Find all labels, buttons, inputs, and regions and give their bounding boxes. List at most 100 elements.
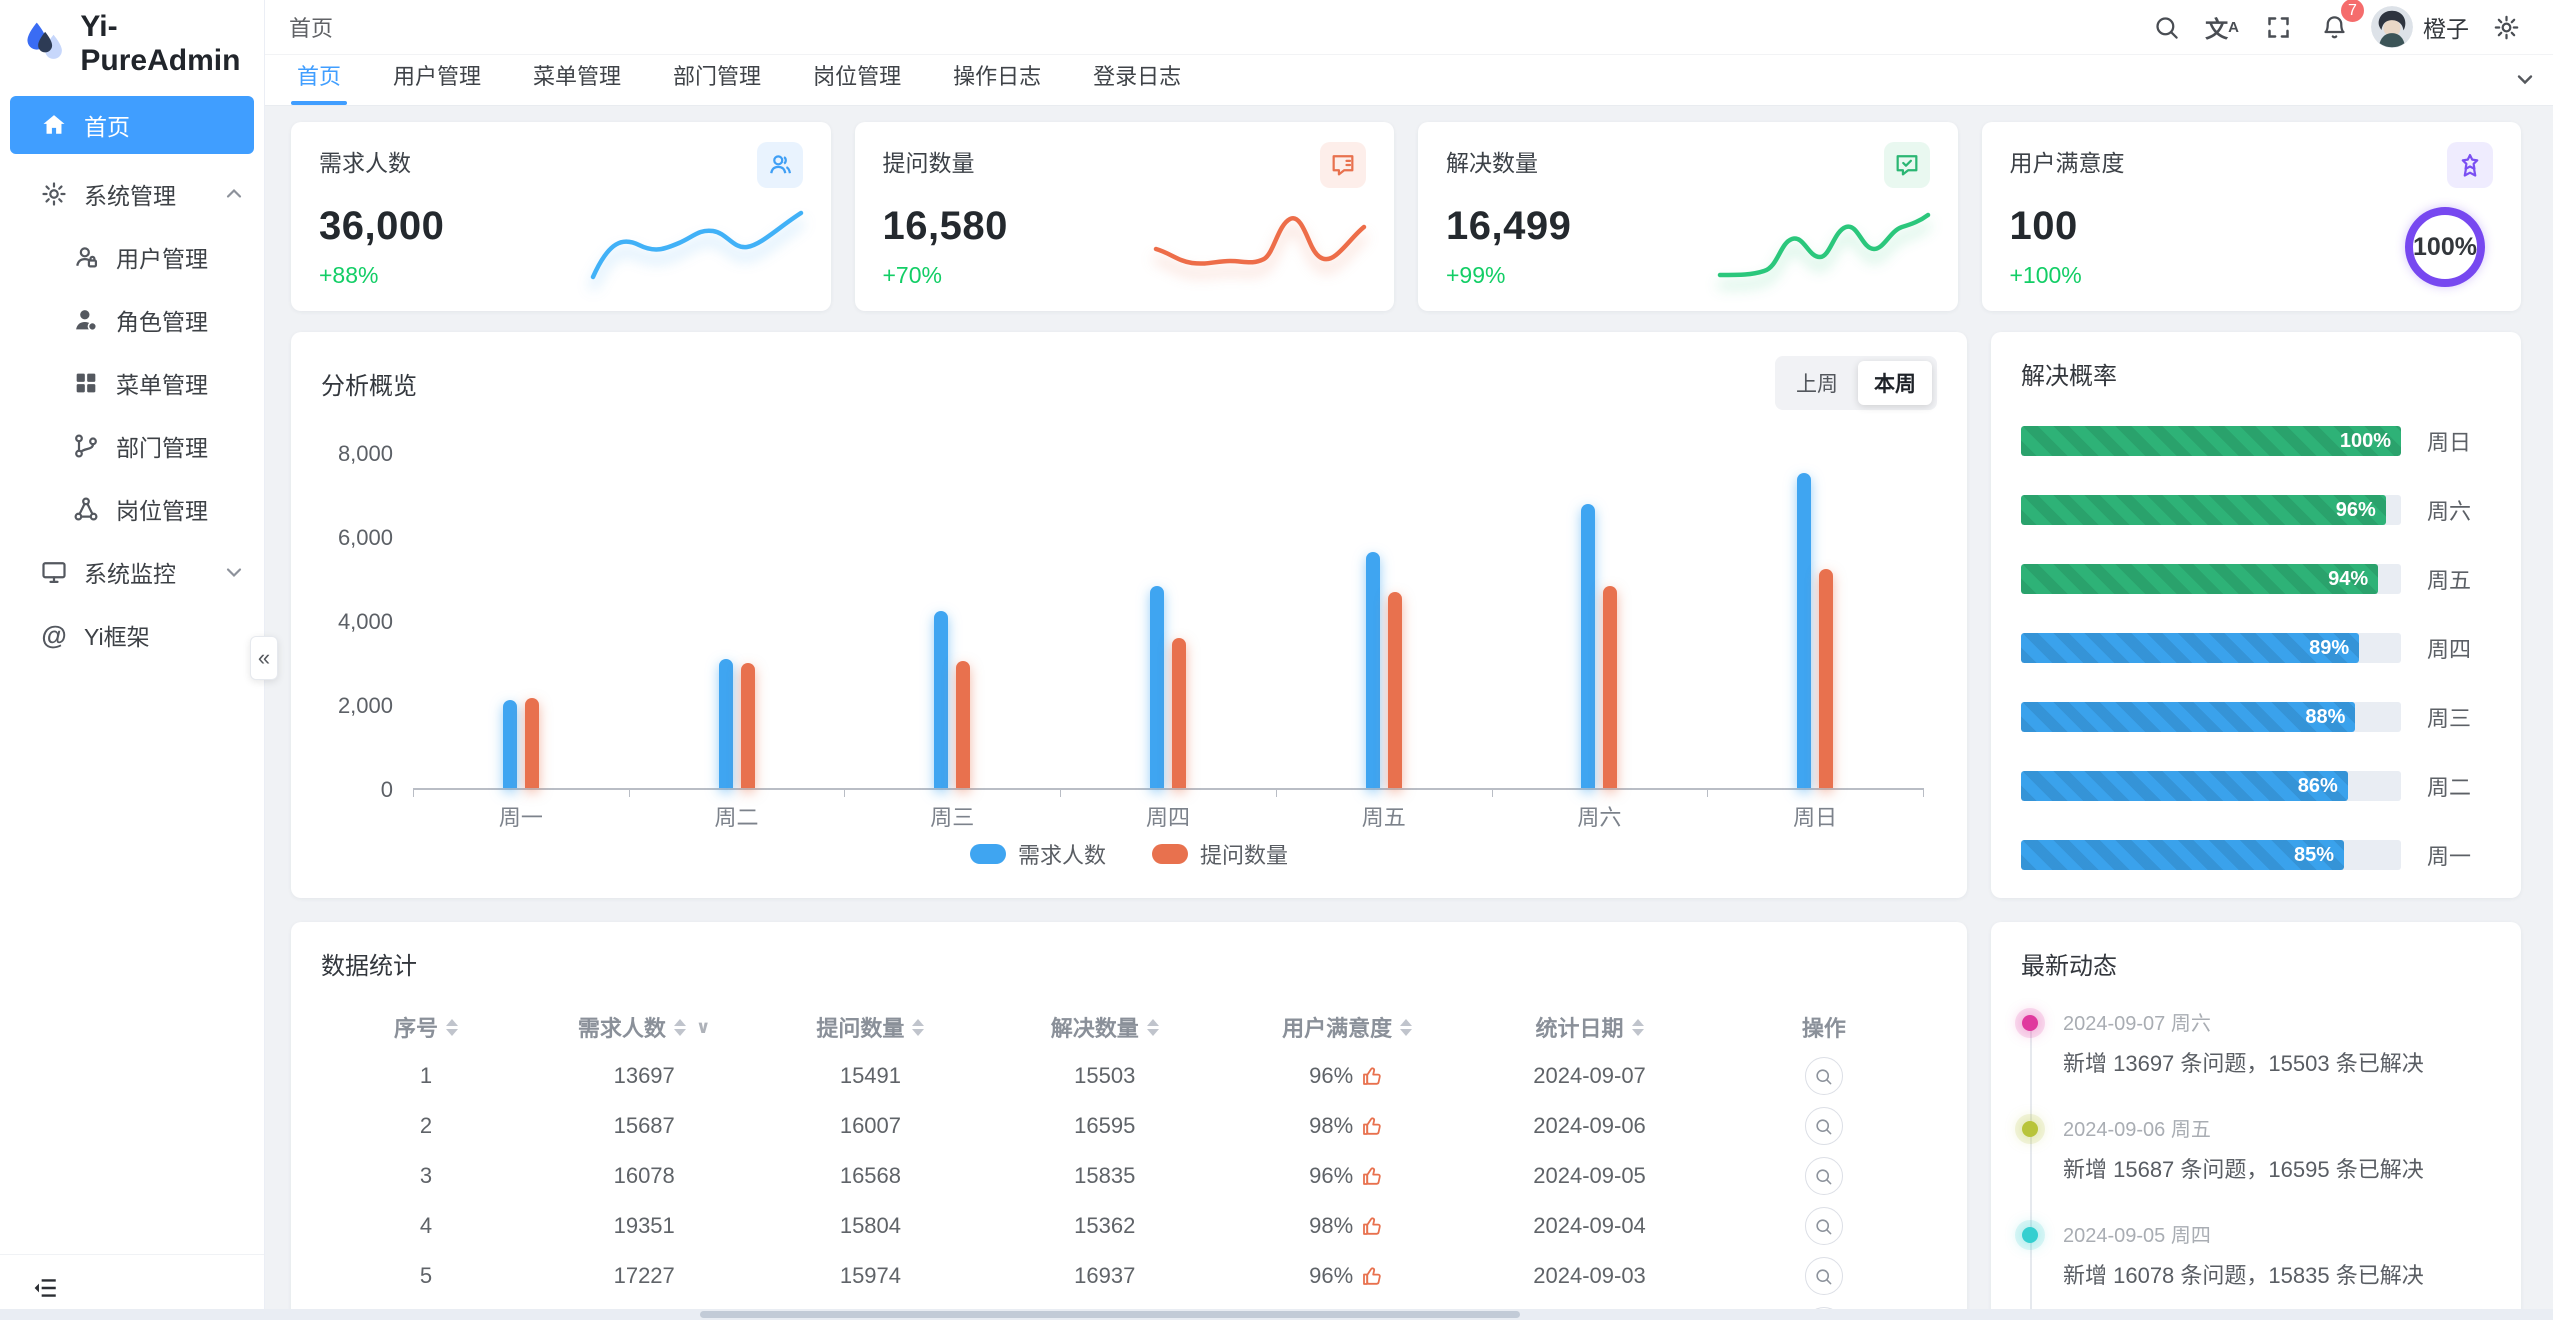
x-axis-label: 周三: [844, 800, 1060, 832]
column-header-提问数量[interactable]: 提问数量: [757, 1011, 983, 1043]
view-detail-button[interactable]: [1805, 1257, 1843, 1295]
legend-swatch: [1152, 844, 1188, 864]
sidebar-item-monitor[interactable]: 系统监控: [0, 540, 264, 603]
this-week-button[interactable]: 本周: [1858, 361, 1932, 405]
solve-rate-row: 96%周六: [2021, 494, 2491, 526]
solve-rate-card: 解决概率 100%周日96%周六94%周五89%周四88%周三86%周二85%周…: [1991, 332, 2521, 898]
cell-operation: [1711, 1207, 1937, 1245]
axis-tick: [1492, 788, 1493, 797]
fullscreen-icon[interactable]: [2255, 4, 2301, 50]
cell-satisfaction: 98%: [1226, 1113, 1468, 1139]
chat-check-icon: [1884, 142, 1930, 188]
progress-track: 100%: [2021, 426, 2401, 456]
view-detail-button[interactable]: [1805, 1157, 1843, 1195]
sort-desc-icon: [446, 1029, 458, 1036]
sidebar-item-user-mgmt[interactable]: 用户管理: [0, 225, 264, 288]
tab-菜单管理[interactable]: 菜单管理: [527, 59, 627, 105]
sidebar-item-post-mgmt[interactable]: 岗位管理: [0, 477, 264, 540]
tab-首页[interactable]: 首页: [291, 59, 347, 105]
timeline-dot: [2022, 1015, 2038, 1031]
horizontal-scrollbar-thumb[interactable]: [700, 1311, 1520, 1318]
column-header-label: 需求人数: [578, 1011, 666, 1043]
demand-bar: [1581, 504, 1595, 788]
progress-track: 94%: [2021, 564, 2401, 594]
bar-group-周六: [1492, 454, 1708, 788]
sort-asc-icon: [446, 1019, 458, 1026]
tab-部门管理[interactable]: 部门管理: [667, 59, 767, 105]
column-header-用户满意度[interactable]: 用户满意度: [1226, 1011, 1468, 1043]
progress-day-label: 周三: [2427, 701, 2491, 733]
sidebar-item-dept-mgmt[interactable]: 部门管理: [0, 414, 264, 477]
cell-questions: 16568: [757, 1163, 983, 1189]
tab-登录日志[interactable]: 登录日志: [1087, 59, 1187, 105]
tab-岗位管理[interactable]: 岗位管理: [807, 59, 907, 105]
column-header-需求人数[interactable]: 需求人数 ∨: [531, 1011, 757, 1043]
solve-rate-row: 88% 周三: [2021, 701, 2491, 733]
tab-chevron-down-icon[interactable]: [2513, 67, 2537, 96]
page-content: 需求人数 36,000 +88% 提问数量: [265, 106, 2553, 1320]
tab-操作日志[interactable]: 操作日志: [947, 59, 1047, 105]
bottom-row: 数据统计 序号需求人数∨提问数量解决数量用户满意度统计日期操作 11369715…: [291, 922, 2521, 1320]
legend-item[interactable]: 提问数量: [1152, 838, 1288, 870]
chevron-up-icon: [222, 182, 246, 206]
analysis-title: 分析概览: [321, 366, 417, 401]
translate-icon[interactable]: 文A: [2199, 4, 2245, 50]
sort-carets-icon[interactable]: [1632, 1019, 1644, 1036]
column-header-统计日期[interactable]: 统计日期: [1468, 1011, 1710, 1043]
sidebar-item-yi-framework[interactable]: @Yi框架: [0, 603, 264, 666]
sidebar-item-home[interactable]: 首页: [10, 96, 254, 154]
filter-chevron-icon[interactable]: ∨: [696, 1017, 711, 1038]
sort-carets-icon[interactable]: [674, 1019, 686, 1036]
satisfaction-value: 96%: [1309, 1263, 1353, 1289]
sidebar-item-label: 首页: [84, 108, 130, 142]
cell-questions: 15804: [757, 1213, 983, 1239]
questions-bar: [1388, 592, 1402, 788]
gear-icon[interactable]: [2483, 4, 2529, 50]
sort-carets-icon[interactable]: [1147, 1019, 1159, 1036]
sidebar-item-menu-mgmt[interactable]: 菜单管理: [0, 351, 264, 414]
column-header-label: 序号: [394, 1011, 438, 1043]
last-week-button[interactable]: 上周: [1780, 361, 1854, 405]
sidebar-collapse-handle[interactable]: «: [250, 636, 278, 680]
bar-chart-plot: 周一周二周三周四周五周六周日: [413, 454, 1923, 790]
middle-row: 分析概览 上周 本周 周一周二周三周四周五周六周日 8,0006,0004,00…: [291, 332, 2521, 898]
view-detail-button[interactable]: [1805, 1107, 1843, 1145]
menu-fold-icon[interactable]: [26, 1268, 66, 1308]
demand-bar: [719, 659, 733, 788]
table-row: 419351158041536298%2024-09-04: [321, 1201, 1937, 1251]
legend-item[interactable]: 需求人数: [970, 838, 1106, 870]
tab-用户管理[interactable]: 用户管理: [387, 59, 487, 105]
sort-asc-icon: [1632, 1019, 1644, 1026]
cell-solved: 15835: [984, 1163, 1226, 1189]
column-header-解决数量[interactable]: 解决数量: [984, 1011, 1226, 1043]
cell-questions: 16007: [757, 1113, 983, 1139]
solve-rate-row: 100%周日: [2021, 425, 2491, 457]
bar-group-周一: [413, 454, 629, 788]
username: 橙子: [2423, 10, 2469, 44]
questions-bar: [1603, 586, 1617, 788]
notifications-button[interactable]: 7: [2311, 4, 2357, 50]
sidebar-item-role-mgmt[interactable]: 角色管理: [0, 288, 264, 351]
progress-fill: 85%: [2021, 840, 2344, 870]
user-menu[interactable]: 橙子: [2367, 6, 2473, 48]
sort-carets-icon[interactable]: [446, 1019, 458, 1036]
view-detail-button[interactable]: [1805, 1207, 1843, 1245]
view-detail-button[interactable]: [1805, 1057, 1843, 1095]
magnifier-icon: [1814, 1167, 1833, 1186]
column-header-label: 解决数量: [1051, 1011, 1139, 1043]
x-axis-label: 周二: [629, 800, 845, 832]
progress-track: 85%: [2021, 840, 2401, 870]
column-header-序号[interactable]: 序号: [321, 1011, 531, 1043]
sidebar-item-system-mgmt[interactable]: 系统管理: [0, 162, 264, 225]
timeline-dot: [2022, 1121, 2038, 1137]
navbar-actions: 文A 7 橙子: [2143, 4, 2529, 50]
satisfaction-value: 98%: [1309, 1113, 1353, 1139]
search-icon[interactable]: [2143, 4, 2189, 50]
legend-label: 提问数量: [1200, 838, 1288, 870]
sort-carets-icon[interactable]: [912, 1019, 924, 1036]
progress-value: 88%: [2305, 706, 2345, 729]
bar-group-周二: [629, 454, 845, 788]
sort-carets-icon[interactable]: [1400, 1019, 1412, 1036]
main-area: 首页 文A 7 橙子: [265, 0, 2553, 1320]
column-header-操作: 操作: [1711, 1011, 1937, 1043]
